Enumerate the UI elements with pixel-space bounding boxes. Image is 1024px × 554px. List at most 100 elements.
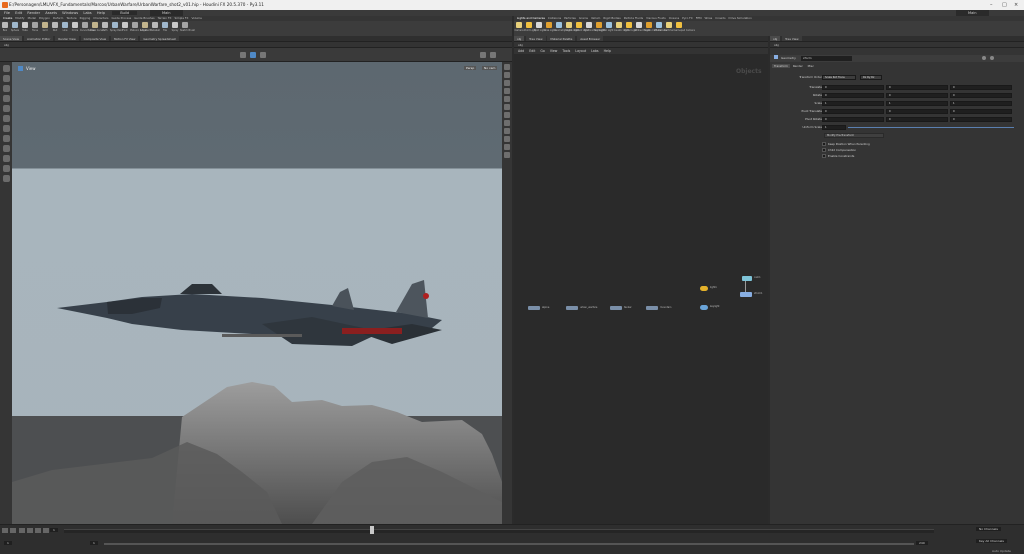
left-shelf-tool-6[interactable]: Line xyxy=(60,22,70,32)
node-alpine[interactable] xyxy=(528,306,540,310)
left-shelf-tool-14[interactable]: L-System xyxy=(140,22,151,32)
left-shelf-tool-4[interactable]: Grid xyxy=(40,22,50,32)
play-icon[interactable] xyxy=(26,528,33,533)
timeline-ruler[interactable] xyxy=(64,529,934,533)
rotate-tool-icon[interactable] xyxy=(2,85,10,92)
persp-menu[interactable]: Persp xyxy=(464,66,477,70)
network-editor[interactable]: obj Tree View Material Palette Asset Bro… xyxy=(514,36,768,524)
left-shelf-tab-11[interactable]: Simple FX xyxy=(174,16,188,20)
param-value-field[interactable]: 1 xyxy=(886,101,948,106)
right-shelf-tab-11[interactable]: Wires xyxy=(705,16,713,20)
right-shelf-tool-10[interactable]: Caustic Light xyxy=(614,22,629,32)
view-mode-icon[interactable] xyxy=(240,52,246,58)
param-value-field[interactable]: 0 xyxy=(822,93,884,98)
scale-tool-icon[interactable] xyxy=(2,95,10,102)
right-shelf-tool-6[interactable]: Distant Light xyxy=(574,22,589,32)
param-value-field[interactable]: 0 xyxy=(886,85,948,90)
pivot-tool-icon[interactable] xyxy=(2,155,10,162)
range-end-field[interactable]: 240 xyxy=(916,541,928,545)
view-tool-icon[interactable] xyxy=(2,125,10,132)
right-shelf-tool-3[interactable]: Area Light xyxy=(544,22,556,32)
subtab-misc[interactable]: Misc xyxy=(806,64,816,68)
timeline-tool-icon[interactable] xyxy=(2,165,10,172)
right-shelf-tab-8[interactable]: Oceans xyxy=(669,16,679,20)
left-shelf-tool-17[interactable]: Spray xyxy=(170,22,180,32)
param-value-field[interactable]: 0 xyxy=(822,109,884,114)
right-shelf-tab-4[interactable]: Vellum xyxy=(591,16,600,20)
snap-tool-icon[interactable] xyxy=(2,175,10,182)
param-value-field[interactable]: 1 xyxy=(822,101,884,106)
right-shelf-tool-4[interactable]: Geometry Light xyxy=(554,22,572,32)
menu-edit[interactable]: Edit xyxy=(15,11,22,15)
first-frame-icon[interactable] xyxy=(2,528,8,533)
param-value-field[interactable]: 0 xyxy=(822,117,884,122)
right-shelf-tab-7[interactable]: Viscous Fluids xyxy=(646,16,666,20)
viewport-path[interactable]: obj xyxy=(4,43,9,47)
last-frame-icon[interactable] xyxy=(43,528,50,533)
node-tanker[interactable] xyxy=(610,306,622,310)
close-icon[interactable]: × xyxy=(1014,0,1018,10)
right-shelf-tab-5[interactable]: Rigid Bodies xyxy=(603,16,620,20)
modify-pre-transform-button[interactable]: Modify Pre-Transform xyxy=(824,133,884,138)
node-light1[interactable] xyxy=(700,286,708,291)
param-value-field[interactable]: 1 xyxy=(950,101,1012,106)
uniform-scale-slider[interactable] xyxy=(848,127,1014,128)
menu-help[interactable]: Help xyxy=(97,11,105,15)
range-start-field[interactable]: 1 xyxy=(90,541,98,545)
isolate-icon[interactable] xyxy=(504,152,510,158)
left-shelf-tool-1[interactable]: Sphere xyxy=(10,22,20,32)
scene-viewport[interactable]: View Persp No cam xyxy=(12,62,502,524)
key-all-channels-menu[interactable]: Key All Channels xyxy=(976,539,1007,543)
camera-menu[interactable]: No cam xyxy=(482,66,498,70)
left-shelf-tool-16[interactable]: File xyxy=(160,22,170,32)
subtab-render[interactable]: Render xyxy=(791,64,805,68)
menu-labs[interactable]: Labs xyxy=(83,11,91,15)
maximize-icon[interactable]: □ xyxy=(1002,0,1007,10)
right-shelf-tab-2[interactable]: Particles xyxy=(564,16,576,20)
display-icon[interactable] xyxy=(504,64,510,70)
net-menu-tools[interactable]: Tools xyxy=(562,49,570,53)
node-urban-warfare[interactable] xyxy=(566,306,578,310)
right-shelf-tool-13[interactable]: Stereo Camera xyxy=(644,22,661,32)
left-shelf-tab-10[interactable]: Terrain FX xyxy=(158,16,172,20)
bounds-icon[interactable] xyxy=(504,128,510,134)
left-shelf-tool-13[interactable]: Platonic Solids xyxy=(130,22,147,32)
param-value-field[interactable]: 0 xyxy=(950,85,1012,90)
param-value-field[interactable]: 0 xyxy=(950,93,1012,98)
shading-icon[interactable] xyxy=(490,52,496,58)
left-shelf-tool-7[interactable]: Circle xyxy=(70,22,80,32)
shaded-icon[interactable] xyxy=(504,80,510,86)
right-shelf-tool-14[interactable]: VR Camera xyxy=(654,22,667,32)
right-shelf-tab-0[interactable]: Lights and Cameras xyxy=(517,16,545,20)
net-menu-help[interactable]: Help xyxy=(604,49,611,53)
left-shelf-tab-6[interactable]: Rigging xyxy=(80,16,91,20)
ghost-icon[interactable] xyxy=(504,144,510,150)
param-value-field[interactable]: 0 xyxy=(886,93,948,98)
brush-tool-icon[interactable] xyxy=(2,135,10,142)
right-shelf-tool-7[interactable]: Environment Light xyxy=(584,22,605,32)
net-menu-labs[interactable]: Labs xyxy=(591,49,598,53)
network-path[interactable]: obj xyxy=(518,43,523,47)
left-shelf-tab-8[interactable]: Guide Process xyxy=(112,16,132,20)
build-dropdown[interactable]: Build xyxy=(112,11,138,15)
left-shelf-tab-2[interactable]: Model xyxy=(28,16,36,20)
left-shelf-tool-15[interactable]: Metaball xyxy=(150,22,160,32)
gear-icon[interactable] xyxy=(982,56,986,60)
right-shelf-tool-0[interactable]: Camera xyxy=(514,22,524,32)
right-shelf-tab-6[interactable]: Particle Fluids xyxy=(624,16,643,20)
net-menu-layout[interactable]: Layout xyxy=(575,49,586,53)
camera-icon[interactable] xyxy=(504,96,510,102)
menu-render[interactable]: Render xyxy=(27,11,40,15)
checkbox[interactable] xyxy=(822,142,826,146)
lights-icon[interactable] xyxy=(504,88,510,94)
wireframe-icon[interactable] xyxy=(504,72,510,78)
channels-menu[interactable]: No Channels xyxy=(976,527,1001,531)
reverse-play-icon[interactable] xyxy=(18,528,25,533)
left-shelf-tool-11[interactable]: Spray Paint xyxy=(110,22,123,32)
rotate-order-menu[interactable]: Rx Ry Rz xyxy=(860,75,882,80)
left-shelf-tool-2[interactable]: Tube xyxy=(20,22,30,32)
magnet-tool-icon[interactable] xyxy=(2,145,10,152)
vis-icon[interactable] xyxy=(504,136,510,142)
net-menu-edit[interactable]: Edit xyxy=(529,49,535,53)
node-cam1[interactable] xyxy=(742,276,752,281)
